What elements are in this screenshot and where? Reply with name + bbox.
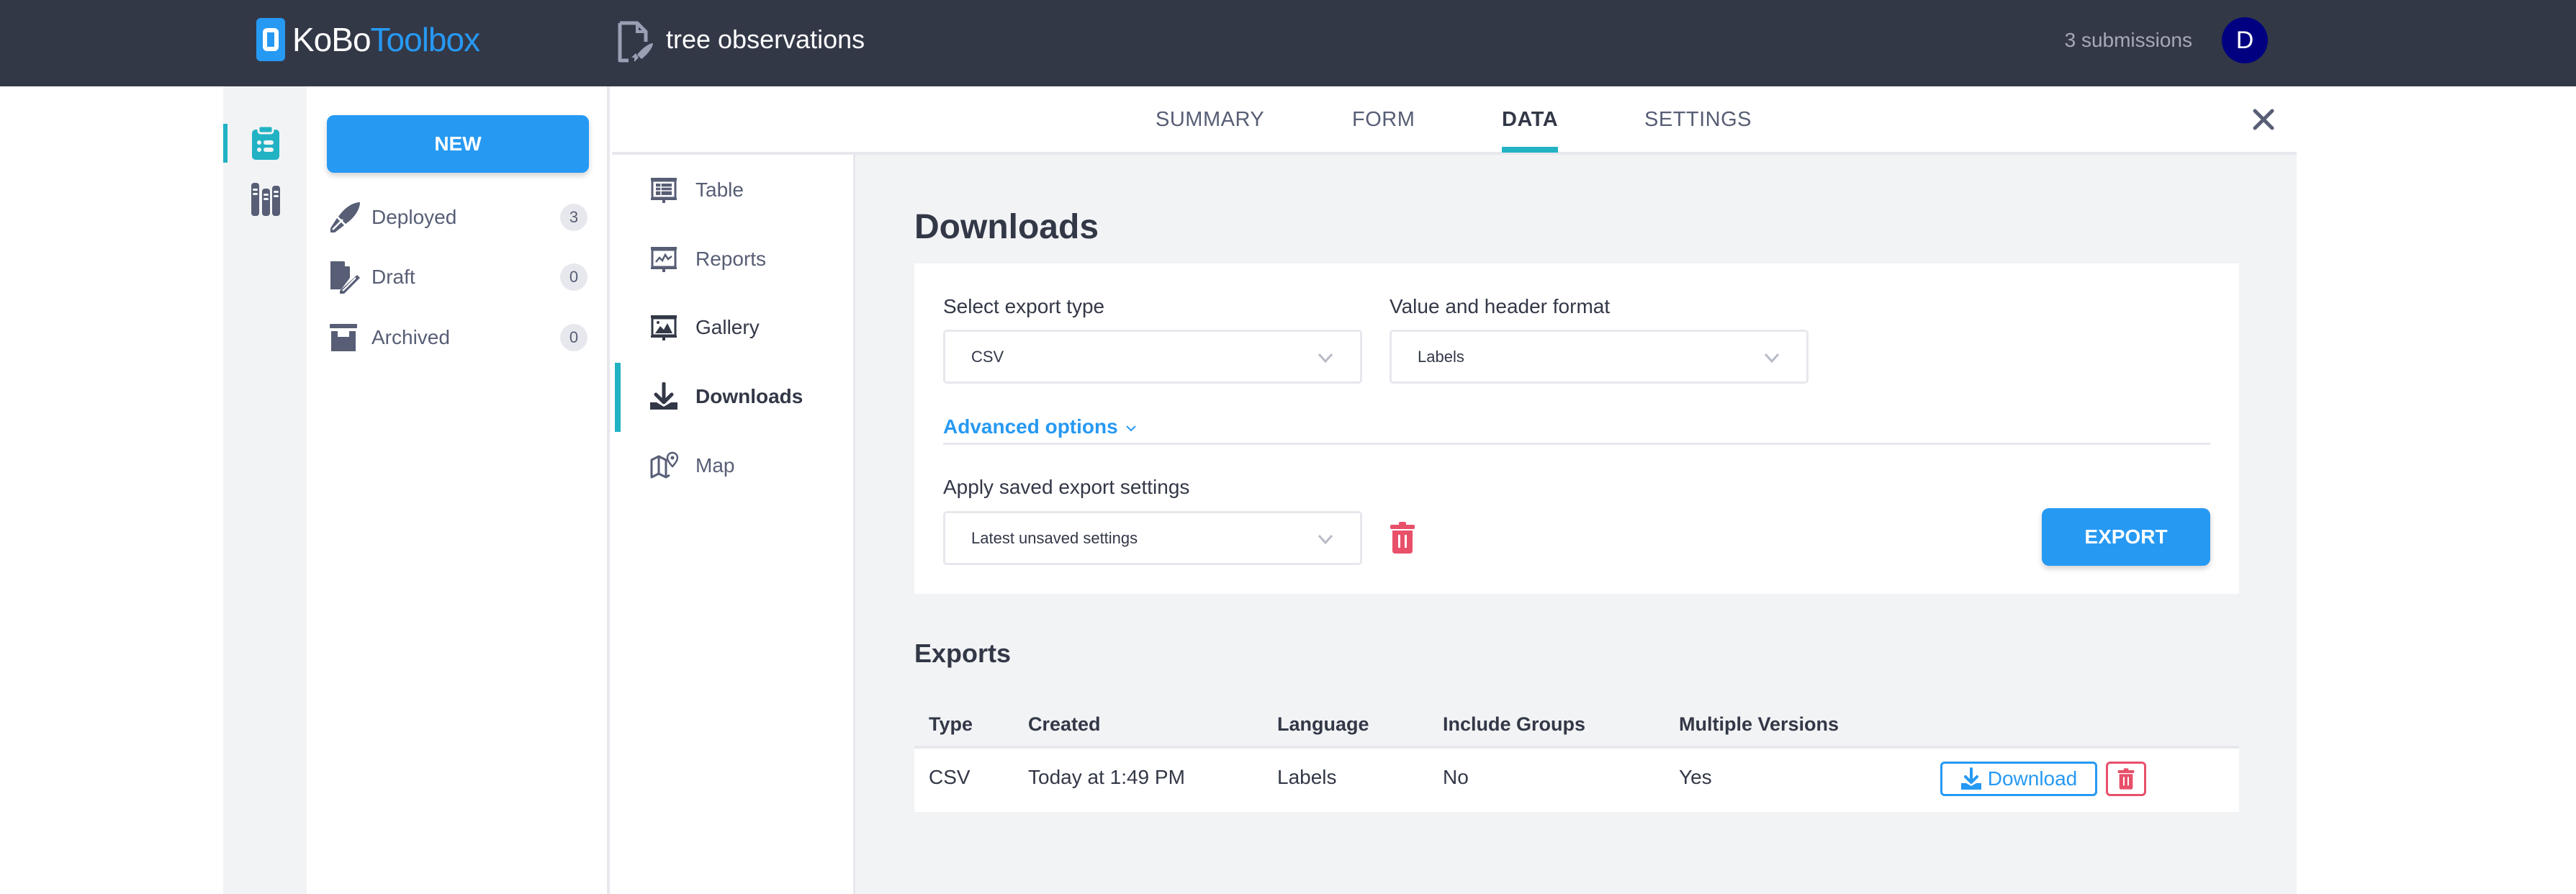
cell-multiple-versions: Yes bbox=[1679, 766, 1712, 788]
rocket-icon bbox=[330, 202, 360, 232]
subnav-item-downloads[interactable]: Downloads bbox=[612, 363, 853, 432]
subnav-item-gallery[interactable]: Gallery bbox=[612, 302, 853, 353]
projects-sidebar: NEW Deployed 3 Draft 0 Archived 0 bbox=[307, 86, 610, 894]
form-title: tree observations bbox=[666, 24, 865, 54]
advanced-options-toggle[interactable]: Advanced options bbox=[943, 415, 1137, 438]
export-settings-card: Select export type CSV Value and header … bbox=[914, 263, 2239, 594]
column-header-multiple-versions: Multiple Versions bbox=[1679, 713, 1839, 735]
archive-box-icon bbox=[330, 324, 357, 351]
gallery-icon bbox=[651, 315, 677, 340]
export-type-label: Select export type bbox=[943, 295, 1105, 317]
saved-settings-label: Apply saved export settings bbox=[943, 476, 1190, 498]
count-badge: 0 bbox=[560, 324, 587, 351]
reports-icon bbox=[651, 247, 677, 272]
top-header: KoBo Toolbox tree observations 3 submissi… bbox=[0, 0, 2576, 86]
downloads-content: Downloads Select export type CSV Value a… bbox=[855, 155, 2297, 894]
submissions-count: 3 submissions bbox=[2064, 29, 2192, 51]
column-header-created: Created bbox=[1028, 713, 1101, 735]
download-label: Download bbox=[1987, 767, 2078, 790]
sidebar-item-label: Draft bbox=[371, 266, 415, 288]
library-books-icon[interactable] bbox=[251, 181, 281, 216]
trash-icon[interactable] bbox=[1390, 522, 1415, 554]
divider bbox=[943, 443, 2210, 445]
new-project-button[interactable]: NEW bbox=[327, 115, 589, 173]
map-icon bbox=[650, 451, 678, 479]
chevron-down-icon bbox=[1318, 353, 1333, 364]
close-icon[interactable] bbox=[2252, 108, 2275, 131]
subnav-label: Table bbox=[695, 179, 744, 201]
column-header-include-groups: Include Groups bbox=[1443, 713, 1586, 735]
subnav-item-reports[interactable]: Reports bbox=[612, 234, 853, 284]
download-icon bbox=[1960, 767, 1981, 790]
chevron-down-icon bbox=[1125, 425, 1136, 432]
cell-type: CSV bbox=[929, 766, 970, 788]
clipboard-list-icon[interactable] bbox=[251, 125, 281, 160]
delete-export-button[interactable] bbox=[2106, 762, 2146, 796]
tab-summary[interactable]: SUMMARY bbox=[1156, 108, 1264, 132]
count-badge: 3 bbox=[560, 204, 587, 231]
advanced-options-label: Advanced options bbox=[943, 415, 1118, 438]
saved-settings-value: Latest unsaved settings bbox=[971, 528, 1138, 547]
sidebar-item-deployed[interactable]: Deployed 3 bbox=[328, 196, 587, 239]
sidebar-item-label: Deployed bbox=[371, 206, 457, 228]
export-type-select[interactable]: CSV bbox=[943, 330, 1362, 384]
download-icon bbox=[650, 382, 677, 410]
data-subnav: Table Reports Gallery Downloads Map bbox=[612, 155, 855, 894]
draft-edit-icon bbox=[330, 261, 360, 294]
tab-data[interactable]: DATA bbox=[1502, 108, 1559, 153]
sidebar-item-label: Archived bbox=[371, 326, 450, 348]
cell-created: Today at 1:49 PM bbox=[1028, 766, 1185, 788]
cell-language: Labels bbox=[1277, 766, 1337, 788]
subnav-label: Map bbox=[695, 454, 735, 477]
user-avatar[interactable]: D bbox=[2222, 17, 2268, 63]
chevron-down-icon bbox=[1764, 353, 1780, 364]
form-tab-bar: SUMMARY FORM DATA SETTINGS bbox=[612, 86, 2297, 155]
exports-heading: Exports bbox=[914, 638, 1012, 668]
logo-text-toolbox: Toolbox bbox=[370, 21, 481, 58]
logo-text-kobo: KoBo bbox=[292, 21, 371, 58]
column-header-type: Type bbox=[929, 713, 973, 735]
subnav-label: Gallery bbox=[695, 316, 760, 338]
kobotoolbox-logo[interactable]: KoBo Toolbox bbox=[256, 18, 481, 61]
logo-mark-icon bbox=[256, 18, 285, 61]
export-button[interactable]: EXPORT bbox=[2042, 508, 2210, 566]
format-select[interactable]: Labels bbox=[1390, 330, 1809, 384]
column-header-language: Language bbox=[1277, 713, 1369, 735]
sidebar-item-draft[interactable]: Draft 0 bbox=[328, 256, 587, 299]
subnav-label: Downloads bbox=[695, 385, 803, 407]
format-value: Labels bbox=[1418, 347, 1464, 366]
subnav-label: Reports bbox=[695, 248, 767, 270]
tab-form[interactable]: FORM bbox=[1352, 108, 1415, 132]
export-type-value: CSV bbox=[971, 347, 1004, 366]
table-icon bbox=[651, 178, 677, 203]
sidebar-item-archived[interactable]: Archived 0 bbox=[328, 316, 587, 359]
deployed-form-icon bbox=[618, 21, 653, 63]
icon-rail bbox=[223, 86, 307, 894]
table-row: CSV Today at 1:49 PM Labels No Yes Downl… bbox=[914, 746, 2239, 812]
count-badge: 0 bbox=[560, 263, 587, 291]
saved-settings-select[interactable]: Latest unsaved settings bbox=[943, 511, 1362, 565]
subnav-item-map[interactable]: Map bbox=[612, 441, 853, 491]
trash-icon bbox=[2117, 768, 2135, 790]
chevron-down-icon bbox=[1318, 534, 1333, 545]
download-button[interactable]: Download bbox=[1940, 762, 2097, 796]
tab-settings[interactable]: SETTINGS bbox=[1644, 108, 1752, 132]
exports-table-header: Type Created Language Include Groups Mul… bbox=[914, 702, 2239, 745]
format-label: Value and header format bbox=[1390, 295, 1611, 317]
subnav-item-table[interactable]: Table bbox=[612, 165, 853, 215]
rail-active-indicator bbox=[223, 124, 228, 163]
cell-include-groups: No bbox=[1443, 766, 1469, 788]
page-title: Downloads bbox=[914, 208, 1099, 246]
